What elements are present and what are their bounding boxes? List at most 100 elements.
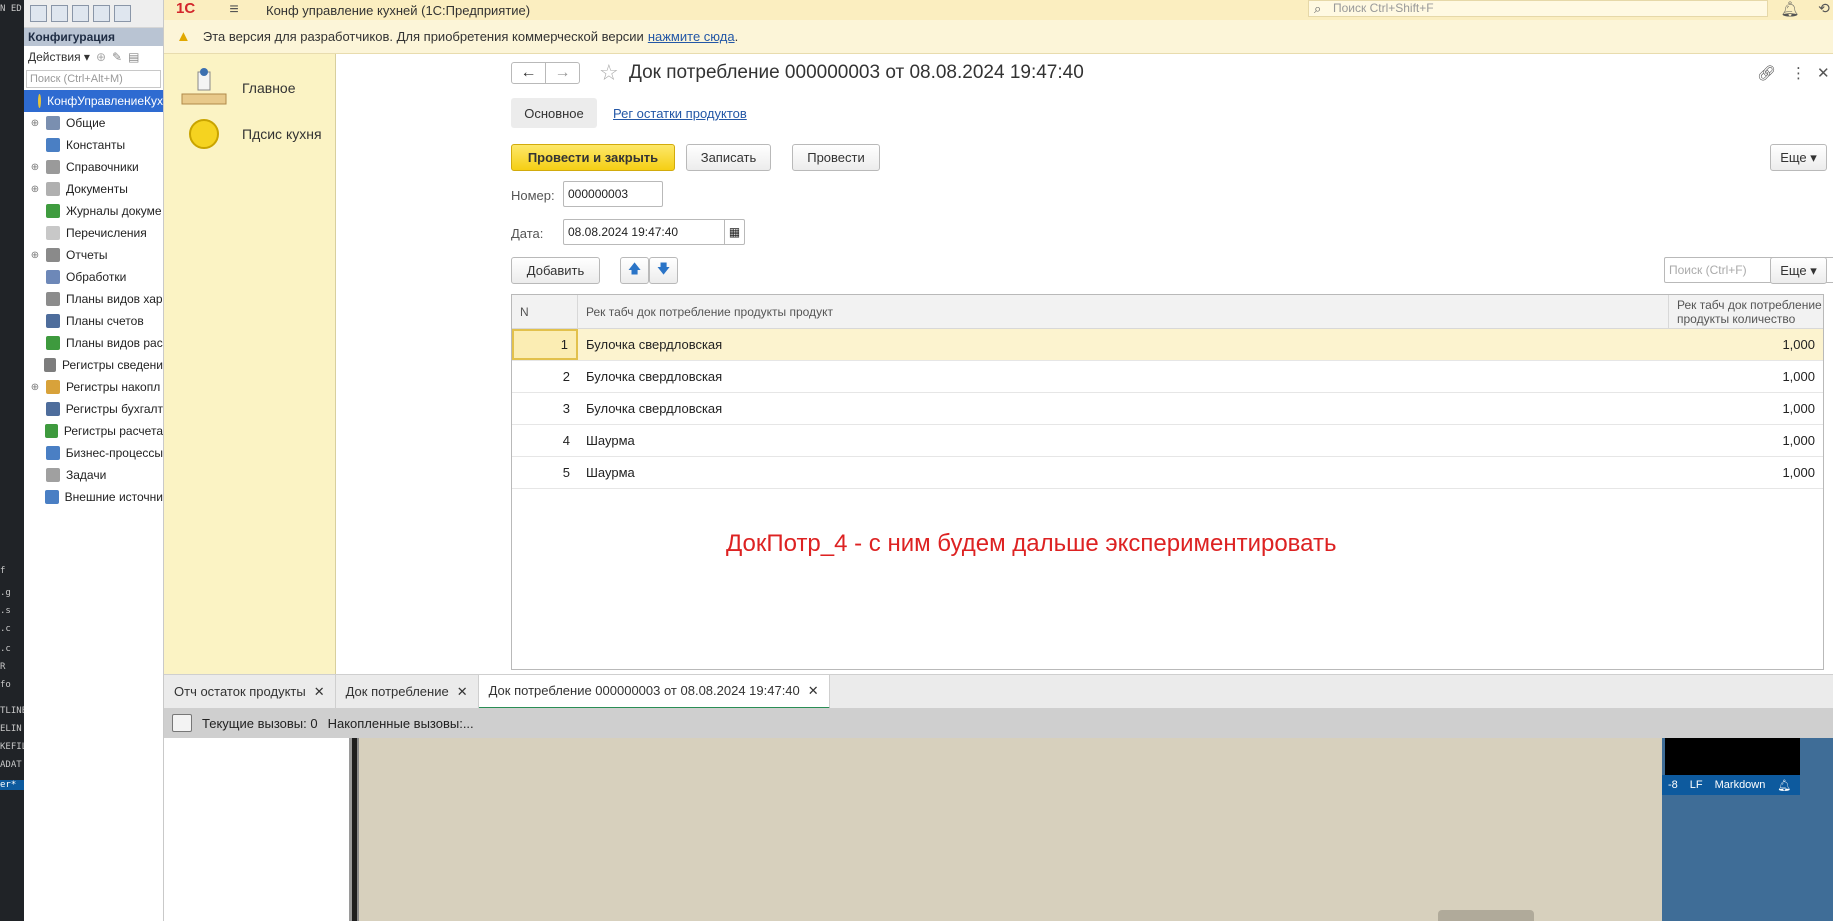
close-icon[interactable]: ✕ xyxy=(1817,64,1830,82)
row-number[interactable]: 5 xyxy=(512,457,578,488)
tree-item[interactable]: ⊕ Общие xyxy=(24,112,163,134)
history-icon[interactable]: ⟲ xyxy=(1812,0,1833,17)
copy-icon[interactable]: ▤ xyxy=(128,50,139,64)
tree-item[interactable]: Перечисления xyxy=(24,222,163,244)
performance-monitor-icon[interactable] xyxy=(172,714,192,732)
section-kitchen[interactable]: Пдсис кухня xyxy=(164,110,336,158)
tree-item[interactable]: Планы видов хар xyxy=(24,288,163,310)
open-tab-report[interactable]: Отч остаток продукты ✕ xyxy=(164,674,336,709)
tree-item[interactable]: ⊕ Отчеты xyxy=(24,244,163,266)
tree-item[interactable]: Регистры расчета xyxy=(24,420,163,442)
open-tab-document[interactable]: Док потребление 000000003 от 08.08.2024 … xyxy=(478,674,830,709)
date-field[interactable]: 08.08.2024 19:47:40 ▦ xyxy=(563,219,745,245)
bell-icon[interactable]: 🔔︎ xyxy=(1778,0,1802,18)
section-main[interactable]: Главное xyxy=(164,64,336,112)
link-icon[interactable]: 🔗︎ xyxy=(1757,64,1776,82)
close-icon[interactable]: ✕ xyxy=(808,683,819,699)
bell-icon[interactable]: 🔔︎ xyxy=(1777,779,1791,792)
more-vertical-icon[interactable]: ⋮ xyxy=(1791,64,1806,82)
table-row[interactable]: 1 Булочка свердловская 1,000 xyxy=(512,329,1823,361)
product-cell[interactable]: Булочка свердловская xyxy=(578,393,1669,424)
tree-item[interactable]: Обработки xyxy=(24,266,163,288)
tree-item[interactable]: Планы счетов xyxy=(24,310,163,332)
tree-item[interactable]: Внешние источни xyxy=(24,486,163,508)
tree-item[interactable]: Регистры сведени xyxy=(24,354,163,376)
open-tab-document-list[interactable]: Док потребление ✕ xyxy=(336,674,479,709)
column-header-product[interactable]: Рек табч док потребление продукты продук… xyxy=(578,295,1669,328)
configurator-search-input[interactable]: Поиск (Ctrl+Alt+M) xyxy=(26,70,161,88)
quantity-cell[interactable]: 1,000 xyxy=(1669,393,1823,424)
post-button[interactable]: Провести xyxy=(792,144,880,171)
table-row[interactable]: 5 Шаурма 1,000 xyxy=(512,457,1823,489)
toolbar-button-icon[interactable] xyxy=(72,5,89,22)
move-up-icon[interactable]: 🡅 xyxy=(620,257,649,284)
forward-arrow-icon[interactable]: → xyxy=(545,62,580,84)
expand-icon[interactable]: ⊕ xyxy=(30,162,40,173)
toolbar-button-icon[interactable] xyxy=(114,5,131,22)
row-number[interactable]: 3 xyxy=(512,393,578,424)
favorite-star-icon[interactable]: ☆ xyxy=(599,60,619,86)
add-row-button[interactable]: Добавить xyxy=(511,257,600,284)
kitchen-circle-icon xyxy=(189,119,219,149)
product-cell[interactable]: Булочка свердловская xyxy=(578,361,1669,392)
expand-icon[interactable]: ⊕ xyxy=(30,184,40,195)
tab-register-link[interactable]: Рег остатки продуктов xyxy=(613,106,747,121)
tree-item[interactable]: ⊕ Регистры накопл xyxy=(24,376,163,398)
add-icon[interactable]: ⊕ xyxy=(96,50,106,64)
calendar-icon[interactable]: ▦ xyxy=(724,220,744,244)
tree-item[interactable]: ⊕ Документы xyxy=(24,178,163,200)
tree-item[interactable]: Регистры бухгалт xyxy=(24,398,163,420)
column-header-n[interactable]: N xyxy=(512,295,578,328)
product-cell[interactable]: Булочка свердловская xyxy=(578,329,1669,360)
eol-status[interactable]: LF xyxy=(1690,779,1703,791)
quantity-cell[interactable]: 1,000 xyxy=(1669,329,1823,360)
tree-item[interactable]: Планы видов рас xyxy=(24,332,163,354)
column-header-quantity[interactable]: Рек табч док потребление продукты количе… xyxy=(1669,295,1823,328)
bg-label: KEFIL xyxy=(0,742,24,752)
processing-icon xyxy=(46,270,60,284)
tree-item[interactable]: Константы xyxy=(24,134,163,156)
row-number[interactable]: 2 xyxy=(512,361,578,392)
hamburger-menu-icon[interactable]: ≡ xyxy=(220,1,248,19)
purchase-link[interactable]: нажмите сюда xyxy=(648,29,735,44)
search-icon: ⌕ xyxy=(1314,1,1322,16)
table-row[interactable]: 3 Булочка свердловская 1,000 xyxy=(512,393,1823,425)
tree-item[interactable]: Задачи xyxy=(24,464,163,486)
quantity-cell[interactable]: 1,000 xyxy=(1669,425,1823,456)
expand-icon[interactable]: ⊕ xyxy=(30,118,40,129)
toolbar-button-icon[interactable] xyxy=(93,5,110,22)
global-search-input[interactable]: ⌕ Поиск Ctrl+Shift+F xyxy=(1308,0,1768,17)
number-field[interactable]: 000000003 xyxy=(563,181,663,207)
table-row[interactable]: 2 Булочка свердловская 1,000 xyxy=(512,361,1823,393)
tree-item[interactable]: Журналы докуме xyxy=(24,200,163,222)
save-button[interactable]: Записать xyxy=(686,144,771,171)
quantity-cell[interactable]: 1,000 xyxy=(1669,361,1823,392)
expand-icon[interactable]: ⊕ xyxy=(30,250,40,261)
grid-more-button[interactable]: Еще ▾ xyxy=(1770,257,1827,284)
language-status[interactable]: Markdown xyxy=(1715,779,1766,791)
post-and-close-button[interactable]: Провести и закрыть xyxy=(511,144,675,171)
product-cell[interactable]: Шаурма xyxy=(578,457,1669,488)
tab-main[interactable]: Основное xyxy=(511,98,597,128)
table-row[interactable]: 4 Шаурма 1,000 xyxy=(512,425,1823,457)
encoding-status[interactable]: -8 xyxy=(1668,779,1678,791)
global-search-placeholder: Поиск Ctrl+Shift+F xyxy=(1333,1,1434,15)
back-arrow-icon[interactable]: ← xyxy=(511,62,546,84)
quantity-cell[interactable]: 1,000 xyxy=(1669,457,1823,488)
expand-icon[interactable]: ⊕ xyxy=(30,382,40,393)
edit-icon[interactable]: ✎ xyxy=(112,50,122,64)
tree-item[interactable]: ⊕ Справочники xyxy=(24,156,163,178)
sections-panel: Главное Пдсис кухня xyxy=(164,54,336,674)
tree-item[interactable]: Бизнес-процессы xyxy=(24,442,163,464)
close-icon[interactable]: ✕ xyxy=(457,684,468,700)
move-down-icon[interactable]: 🡇 xyxy=(649,257,678,284)
product-cell[interactable]: Шаурма xyxy=(578,425,1669,456)
toolbar-button-icon[interactable] xyxy=(30,5,47,22)
actions-menu[interactable]: Действия ▾ xyxy=(28,50,90,64)
row-number[interactable]: 1 xyxy=(512,329,578,360)
tree-item[interactable]: КонфУправлениеКух xyxy=(24,90,163,112)
toolbar-button-icon[interactable] xyxy=(51,5,68,22)
row-number[interactable]: 4 xyxy=(512,425,578,456)
close-icon[interactable]: ✕ xyxy=(314,684,325,700)
more-actions-button[interactable]: Еще ▾ xyxy=(1770,144,1827,171)
